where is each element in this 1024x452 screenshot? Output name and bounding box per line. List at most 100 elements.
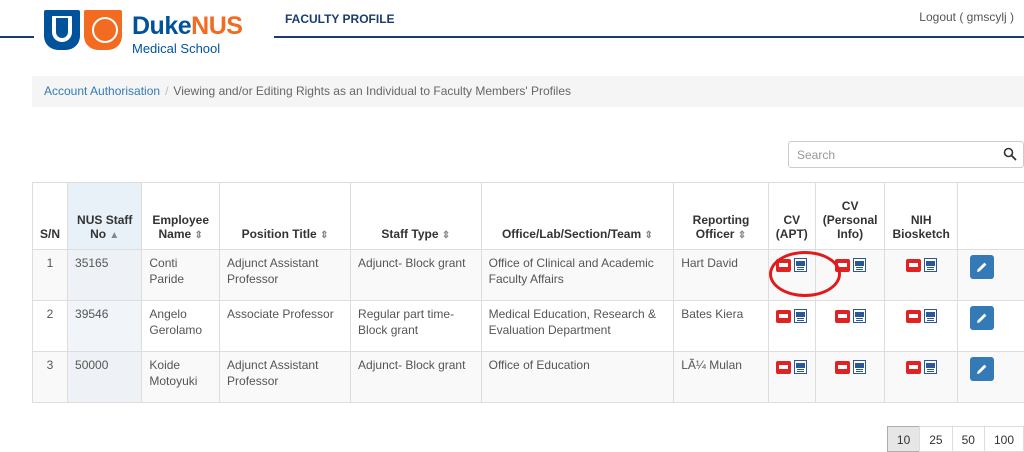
cell-sn: 1 bbox=[31, 249, 69, 301]
logo-subtitle: Medical School bbox=[132, 41, 221, 56]
col-header-staff-type[interactable]: Staff Type ⇕ bbox=[350, 182, 482, 250]
nih-biosketch-links bbox=[905, 360, 937, 374]
cell-position-title: Adjunct Assistant Professor bbox=[219, 351, 352, 403]
col-header-sn: S/N bbox=[31, 182, 69, 250]
col-header-employee-name[interactable]: Employee Name ⇕ bbox=[141, 182, 221, 250]
word-doc-icon[interactable] bbox=[852, 360, 866, 374]
sort-icon: ⇕ bbox=[320, 230, 329, 241]
nih-biosketch-links bbox=[905, 309, 937, 323]
pdf-icon[interactable] bbox=[776, 258, 792, 272]
sort-icon: ⇕ bbox=[737, 230, 747, 241]
cell-staff-no: 35165 bbox=[67, 249, 143, 301]
word-doc-icon[interactable] bbox=[923, 309, 937, 323]
cell-office: Medical Education, Research & Evaluation… bbox=[480, 300, 675, 352]
pdf-icon[interactable] bbox=[834, 258, 850, 272]
breadcrumb: Account Authorisation / Viewing and/or Edi… bbox=[32, 76, 1024, 107]
cell-cv-apt bbox=[767, 351, 816, 403]
cv-apt-links bbox=[776, 360, 808, 374]
cell-position-title: Associate Professor bbox=[219, 300, 352, 352]
page-size-10[interactable]: 10 bbox=[886, 426, 921, 452]
edit-button[interactable] bbox=[969, 306, 994, 330]
sort-icon: ⇕ bbox=[194, 230, 203, 241]
search-box bbox=[788, 141, 1024, 168]
cell-cv-apt bbox=[767, 300, 816, 352]
page-size-100[interactable]: 100 bbox=[983, 426, 1024, 452]
sort-icon: ⇕ bbox=[644, 230, 653, 241]
table-row: 3 50000 Koide Motoyuki Adjunct Assistant Pr… bbox=[31, 351, 1024, 403]
breadcrumb-separator: / bbox=[165, 84, 169, 98]
edit-button[interactable] bbox=[969, 255, 994, 279]
cell-employee-name: Koide Motoyuki bbox=[141, 351, 221, 403]
cell-reporting-officer: LÃ¼ Mulan bbox=[673, 351, 769, 403]
faculty-table: S/N NUS Staff No ▲ Employee Name ⇕ Posit… bbox=[31, 182, 1024, 403]
cell-actions bbox=[956, 351, 1024, 403]
cell-nih-biosketch bbox=[884, 249, 958, 301]
cv-personal-links bbox=[834, 258, 866, 272]
table-header-row: S/N NUS Staff No ▲ Employee Name ⇕ Posit… bbox=[31, 182, 1024, 250]
word-doc-icon[interactable] bbox=[852, 258, 866, 272]
col-header-nih-biosketch: NIH Biosketch bbox=[884, 182, 958, 250]
table-row: 2 39546 Angelo Gerolamo Associate Professor… bbox=[31, 300, 1024, 352]
cell-staff-type: Regular part time- Block grant bbox=[350, 300, 482, 352]
cell-cv-personal bbox=[814, 300, 886, 352]
duke-shield-icon bbox=[44, 10, 80, 50]
cell-sn: 2 bbox=[31, 300, 69, 352]
cell-sn: 3 bbox=[31, 351, 69, 403]
word-doc-icon[interactable] bbox=[852, 309, 866, 323]
col-header-staff-no[interactable]: NUS Staff No ▲ bbox=[67, 182, 143, 250]
cv-apt-links bbox=[776, 258, 808, 272]
pdf-icon[interactable] bbox=[834, 360, 850, 374]
pdf-icon[interactable] bbox=[905, 258, 921, 272]
word-doc-icon[interactable] bbox=[923, 360, 937, 374]
pdf-icon[interactable] bbox=[776, 360, 792, 374]
edit-button[interactable] bbox=[969, 357, 994, 381]
search-input[interactable] bbox=[789, 142, 989, 167]
logo-wordmark: DukeNUS bbox=[132, 12, 243, 40]
cv-apt-links bbox=[776, 309, 808, 323]
breadcrumb-account-authorisation[interactable]: Account Authorisation bbox=[44, 84, 160, 98]
pdf-icon[interactable] bbox=[834, 309, 850, 323]
sort-icon: ⇕ bbox=[441, 230, 451, 241]
logout-link[interactable]: Logout ( gmscylj ) bbox=[919, 10, 1014, 24]
cell-cv-personal bbox=[814, 249, 886, 301]
cell-nih-biosketch bbox=[884, 300, 958, 352]
col-header-actions bbox=[956, 182, 1024, 250]
cell-employee-name: Angelo Gerolamo bbox=[141, 300, 221, 352]
breadcrumb-current: Viewing and/or Editing Rights as an Indi… bbox=[173, 84, 572, 98]
table-row: 1 35165 Conti Paride Adjunct Assistant Prof… bbox=[31, 249, 1024, 301]
cell-position-title: Adjunct Assistant Professor bbox=[219, 249, 352, 301]
nih-biosketch-links bbox=[905, 258, 937, 272]
cell-staff-no: 50000 bbox=[67, 351, 143, 403]
cell-employee-name: Conti Paride bbox=[141, 249, 221, 301]
word-doc-icon[interactable] bbox=[923, 258, 937, 272]
page-size-25[interactable]: 25 bbox=[919, 426, 953, 452]
nus-crest-icon bbox=[84, 10, 122, 50]
col-header-reporting-officer[interactable]: Reporting Officer ⇕ bbox=[673, 182, 769, 250]
pdf-icon[interactable] bbox=[905, 360, 921, 374]
word-doc-icon[interactable] bbox=[794, 309, 808, 323]
cv-personal-links bbox=[834, 360, 866, 374]
page-size-50[interactable]: 50 bbox=[951, 426, 985, 452]
cell-actions bbox=[956, 249, 1024, 301]
col-header-cv-apt: CV (APT) bbox=[767, 182, 816, 250]
cell-staff-no: 39546 bbox=[67, 300, 143, 352]
pdf-icon[interactable] bbox=[905, 309, 921, 323]
word-doc-icon[interactable] bbox=[794, 258, 808, 272]
search-icon[interactable] bbox=[1003, 147, 1017, 161]
col-header-office[interactable]: Office/Lab/Section/Team ⇕ bbox=[480, 182, 675, 250]
cv-personal-links bbox=[834, 309, 866, 323]
cell-office: Office of Clinical and Academic Faculty … bbox=[480, 249, 675, 301]
pdf-icon[interactable] bbox=[776, 309, 792, 323]
col-header-cv-personal: CV (Personal Info) bbox=[814, 182, 886, 250]
col-header-position-title[interactable]: Position Title ⇕ bbox=[219, 182, 352, 250]
dukenus-logo: DukeNUS Medical School bbox=[44, 10, 264, 58]
word-doc-icon[interactable] bbox=[794, 360, 808, 374]
cell-staff-type: Adjunct- Block grant bbox=[350, 351, 482, 403]
cell-staff-type: Adjunct- Block grant bbox=[350, 249, 482, 301]
cell-reporting-officer: Bates Kiera bbox=[673, 300, 769, 352]
cell-reporting-officer: Hart David bbox=[673, 249, 769, 301]
cell-nih-biosketch bbox=[884, 351, 958, 403]
app-title: FACULTY PROFILE bbox=[285, 12, 395, 26]
page-size-selector: 10 25 50 100 bbox=[886, 426, 1024, 452]
cell-office: Office of Education bbox=[480, 351, 675, 403]
